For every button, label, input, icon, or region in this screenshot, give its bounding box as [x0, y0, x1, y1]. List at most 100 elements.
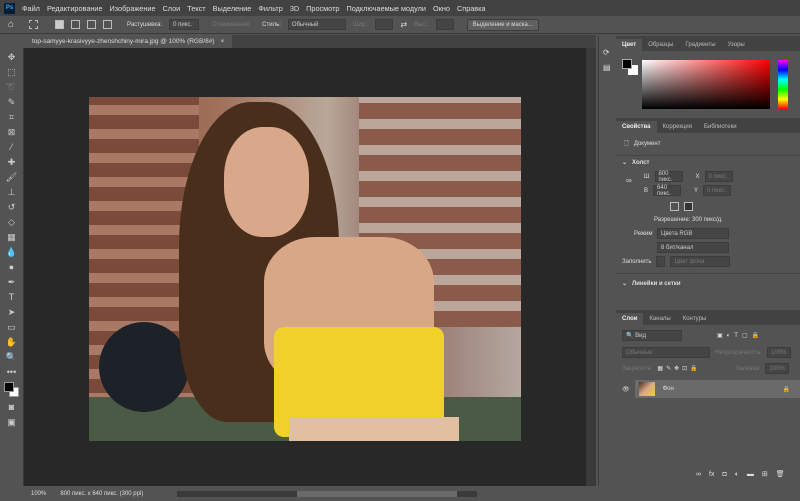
- landscape-orientation-icon[interactable]: [684, 202, 693, 211]
- color-swatches[interactable]: [4, 382, 20, 398]
- rectangle-tool-icon[interactable]: ▭: [6, 322, 18, 333]
- blend-mode-select[interactable]: Обычные: [622, 347, 710, 358]
- portrait-orientation-icon[interactable]: [670, 202, 679, 211]
- marquee-tool-icon[interactable]: ⬚: [6, 67, 18, 78]
- x-input[interactable]: 0 пикс.: [705, 171, 733, 182]
- fill-input[interactable]: 100%: [765, 363, 788, 374]
- filter-icons[interactable]: ▣◐T▢🔒: [717, 332, 763, 339]
- new-selection-icon[interactable]: [55, 20, 64, 29]
- zoom-level[interactable]: 100%: [31, 491, 46, 497]
- link-icon[interactable]: ∞: [626, 176, 632, 185]
- lock-icon[interactable]: 🔒: [783, 386, 790, 393]
- menu-filter[interactable]: Фильтр: [258, 4, 283, 13]
- more-tools-icon[interactable]: •••: [6, 367, 18, 378]
- blur-tool-icon[interactable]: 💧: [6, 247, 18, 258]
- document-tab[interactable]: top-samyye-krasivyye-zhenshchiny-mira.jp…: [24, 35, 232, 48]
- layer-name[interactable]: Фон: [663, 386, 674, 392]
- style-select[interactable]: Обычный: [288, 19, 346, 30]
- quick-mask-icon[interactable]: ◙: [6, 402, 18, 413]
- zoom-tool-icon[interactable]: 🔍: [6, 352, 18, 363]
- menu-3d[interactable]: 3D: [290, 4, 299, 13]
- layer-filter-search[interactable]: 🔍 Вид: [622, 330, 682, 341]
- chevron-down-icon[interactable]: ⌄: [622, 159, 627, 166]
- vertical-scrollbar[interactable]: [586, 48, 596, 486]
- menu-view[interactable]: Просмотр: [306, 4, 339, 13]
- document-image[interactable]: [89, 97, 521, 441]
- menu-plugins[interactable]: Подключаемые модули: [346, 4, 426, 13]
- chevron-down-icon[interactable]: ⌄: [622, 280, 627, 287]
- layer-row[interactable]: 👁 Фон 🔒: [616, 380, 800, 398]
- subtract-selection-icon[interactable]: [87, 20, 96, 29]
- lock-icons[interactable]: ▦✎✥⊡🔒: [657, 365, 700, 372]
- new-layer-icon[interactable]: ⊞: [762, 470, 768, 478]
- mode-select[interactable]: Цвета RGB: [657, 228, 729, 239]
- menu-edit[interactable]: Редактирование: [47, 4, 103, 13]
- menu-image[interactable]: Изображение: [110, 4, 156, 13]
- home-icon[interactable]: ⌂: [8, 19, 14, 30]
- visibility-eye-icon[interactable]: 👁: [622, 386, 630, 393]
- tab-libraries[interactable]: Библиотеки: [698, 121, 743, 133]
- tab-channels[interactable]: Каналы: [643, 313, 676, 325]
- adjustment-layer-icon[interactable]: ◐: [735, 471, 739, 478]
- menu-file[interactable]: Файл: [22, 4, 40, 13]
- frame-tool-icon[interactable]: ⊠: [6, 127, 18, 138]
- lasso-tool-icon[interactable]: ➰: [6, 82, 18, 93]
- pen-tool-icon[interactable]: ✒: [6, 277, 18, 288]
- delete-layer-icon[interactable]: 🗑: [776, 470, 785, 478]
- tab-adjustments[interactable]: Коррекция: [657, 121, 699, 133]
- mask-icon[interactable]: ◘: [722, 471, 726, 478]
- eyedropper-tool-icon[interactable]: ⁄: [6, 142, 18, 153]
- select-and-mask-button[interactable]: Выделение и маска...: [467, 19, 539, 31]
- close-tab-icon[interactable]: ×: [221, 38, 225, 45]
- brush-tool-icon[interactable]: 🖌: [6, 172, 18, 183]
- comment-icon[interactable]: ▤: [603, 63, 610, 72]
- add-selection-icon[interactable]: [71, 20, 80, 29]
- height-input[interactable]: [436, 19, 454, 30]
- tab-gradients[interactable]: Градиенты: [679, 39, 721, 51]
- tab-layers[interactable]: Слои: [616, 313, 643, 325]
- quick-select-tool-icon[interactable]: ✎: [6, 97, 18, 108]
- opacity-input[interactable]: 100%: [767, 347, 790, 358]
- y-input[interactable]: 0 пикс.: [703, 185, 731, 196]
- path-select-tool-icon[interactable]: ➤: [6, 307, 18, 318]
- tab-patterns[interactable]: Узоры: [722, 39, 751, 51]
- dodge-tool-icon[interactable]: ●: [6, 262, 18, 273]
- menu-layers[interactable]: Слои: [163, 4, 181, 13]
- horizontal-scrollbar[interactable]: [177, 491, 477, 497]
- move-tool-icon[interactable]: ✥: [6, 52, 18, 63]
- tab-paths[interactable]: Контуры: [677, 313, 713, 325]
- color-field[interactable]: [642, 60, 770, 109]
- menu-select[interactable]: Выделение: [213, 4, 252, 13]
- fx-icon[interactable]: fx: [709, 471, 714, 478]
- screen-mode-icon[interactable]: ▣: [6, 417, 18, 428]
- foreground-color-swatch[interactable]: [622, 59, 632, 69]
- fill-select[interactable]: Цвет фона: [670, 256, 730, 267]
- tab-properties[interactable]: Свойства: [616, 121, 657, 133]
- document-info[interactable]: 800 пикс. x 640 пикс. (300 ppi): [60, 491, 143, 497]
- width-input[interactable]: [375, 19, 393, 30]
- menu-help[interactable]: Справка: [457, 4, 486, 13]
- history-icon[interactable]: ⟳: [603, 48, 610, 57]
- swap-icon[interactable]: ⇄: [400, 20, 407, 29]
- marquee-tool-icon[interactable]: [29, 20, 38, 29]
- canvas-section-title[interactable]: Холст: [632, 160, 649, 166]
- stamp-tool-icon[interactable]: ⊥: [6, 187, 18, 198]
- hue-slider[interactable]: [778, 60, 788, 109]
- menu-window[interactable]: Окно: [433, 4, 450, 13]
- fill-color-swatch[interactable]: [656, 256, 665, 267]
- type-tool-icon[interactable]: T: [6, 292, 18, 303]
- group-icon[interactable]: ▬: [747, 471, 754, 478]
- smoothing-checkbox[interactable]: Сглаживание: [212, 22, 249, 28]
- hand-tool-icon[interactable]: ✋: [6, 337, 18, 348]
- tab-color[interactable]: Цвет: [616, 39, 642, 51]
- tab-swatches[interactable]: Образцы: [642, 39, 679, 51]
- bit-depth-select[interactable]: 8 бит/канал: [657, 242, 729, 253]
- width-input[interactable]: 800 пикс.: [655, 171, 683, 182]
- crop-tool-icon[interactable]: ⌗: [6, 112, 18, 123]
- healing-tool-icon[interactable]: ✚: [6, 157, 18, 168]
- gradient-tool-icon[interactable]: ▦: [6, 232, 18, 243]
- feather-input[interactable]: 0 пикс.: [169, 19, 199, 30]
- rulers-section-title[interactable]: Линейки и сетки: [632, 281, 681, 287]
- menu-type[interactable]: Текст: [187, 4, 205, 13]
- intersect-selection-icon[interactable]: [103, 20, 112, 29]
